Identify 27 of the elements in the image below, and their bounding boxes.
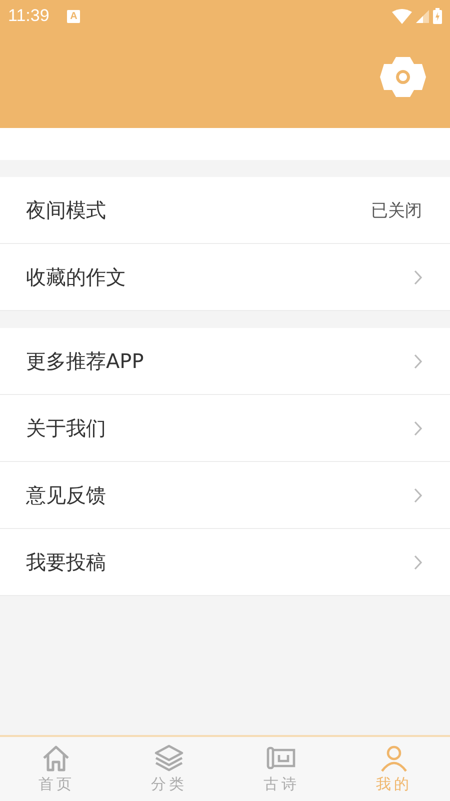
menu-label: 更多推荐APP: [26, 348, 145, 374]
settings-icon[interactable]: [380, 54, 426, 100]
menu-item[interactable]: 关于我们: [0, 395, 450, 462]
menu-label: 夜间模式: [26, 196, 107, 224]
chevron-right-icon: [414, 488, 422, 502]
menu-item[interactable]: 意见反馈: [0, 462, 450, 529]
menu-item[interactable]: 夜间模式 已关闭: [0, 177, 450, 244]
chevron-right-icon: [414, 420, 422, 436]
status-value: 已关闭: [371, 200, 422, 222]
battery-icon: [433, 8, 442, 24]
layers-icon: [154, 743, 184, 773]
menu-item[interactable]: 收藏的作文: [0, 244, 450, 311]
menu-item[interactable]: 更多推荐APP: [0, 328, 450, 395]
menu-label: 意见反馈: [26, 482, 107, 508]
menu-item[interactable]: 我要投稿: [0, 529, 450, 596]
chevron-right-icon: [414, 554, 422, 570]
home-icon: [41, 743, 72, 773]
wifi-icon: [392, 8, 412, 24]
person-icon: [378, 743, 409, 773]
notification-icon: A: [67, 10, 80, 22]
signal-icon: [416, 10, 429, 22]
chevron-right-icon: [414, 270, 422, 284]
menu-label: 我要投稿: [26, 548, 107, 576]
chevron-right-icon: [414, 354, 422, 368]
status-time: 11:39: [8, 6, 50, 26]
menu-label: 关于我们: [26, 414, 107, 442]
menu-label: 收藏的作文: [26, 264, 127, 290]
